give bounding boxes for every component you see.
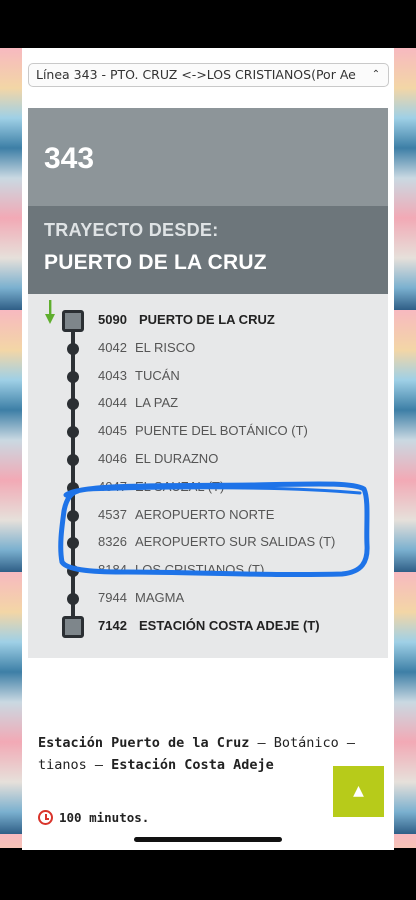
route-select-value: Línea 343 - PTO. CRUZ <->LOS CRISTIANOS(…: [36, 67, 356, 82]
terminal-stop-marker: [62, 615, 84, 638]
stop-code: 4047: [98, 478, 127, 494]
desc-mid: Botánico –: [273, 735, 355, 751]
stop-row[interactable]: 4537 AEROPUERTO NORTE: [28, 501, 388, 528]
stop-row[interactable]: 5090 PUERTO DE LA CRUZ: [28, 306, 388, 333]
stop-marker: [67, 342, 79, 355]
trayecto-label: TRAYECTO DESDE:: [44, 220, 219, 240]
stop-code: 4537: [98, 506, 127, 522]
stop-name: ESTACIÓN COSTA ADEJE (T): [139, 617, 320, 633]
duration-text: 100 minutos.: [59, 810, 150, 825]
stop-marker: [67, 481, 79, 494]
stop-code: 7944: [98, 590, 127, 605]
wallpaper-right: [394, 48, 416, 848]
stop-marker: [67, 565, 79, 578]
desc-cont: tianos –: [38, 757, 112, 773]
wallpaper-left: [0, 48, 22, 848]
stop-marker: [67, 537, 79, 550]
select-caret-icon: ⌃: [371, 69, 381, 80]
stop-code: 4045: [98, 423, 127, 439]
stop-row[interactable]: 7944 MAGMA: [28, 584, 388, 611]
stop-marker: [67, 454, 79, 466]
desc-sep: –: [249, 735, 274, 751]
stop-row[interactable]: 7142 ESTACIÓN COSTA ADEJE (T): [28, 612, 388, 639]
stop-code: 4046: [98, 451, 127, 466]
home-indicator: [134, 837, 282, 842]
stop-row[interactable]: 4044 LA PAZ: [28, 389, 388, 416]
stop-row[interactable]: 4047 EL SAUZAL (T): [28, 473, 388, 500]
line-number-header: 343: [28, 108, 388, 206]
stop-row[interactable]: 4043 TUCÁN: [28, 362, 388, 389]
stop-name: AEROPUERTO SUR SALIDAS (T): [135, 534, 336, 550]
line-number: 343: [44, 142, 95, 175]
stop-row[interactable]: 4046 EL DURAZNO: [28, 445, 388, 472]
stop-marker: [67, 593, 79, 605]
stop-row[interactable]: 4042 EL RISCO: [28, 334, 388, 361]
stop-marker: [67, 398, 79, 411]
stop-row[interactable]: 8326 AEROPUERTO SUR SALIDAS (T): [28, 528, 388, 555]
stop-name: LA PAZ: [135, 395, 179, 411]
stop-marker: [67, 426, 79, 439]
stop-name: EL DURAZNO: [135, 451, 219, 466]
alarm-clock-icon: [38, 810, 53, 825]
stop-name: EL SAUZAL (T): [135, 478, 225, 494]
page: Línea 343 - PTO. CRUZ <->LOS CRISTIANOS(…: [22, 48, 394, 850]
trayecto-header: TRAYECTO DESDE: PUERTO DE LA CRUZ: [28, 206, 388, 294]
stop-marker: [67, 370, 79, 383]
chevron-up-icon: ▲: [353, 783, 364, 799]
stop-marker: [67, 509, 79, 522]
desc-destination: Estación Costa Adeje: [111, 757, 274, 773]
stop-code: 4044: [98, 395, 127, 411]
trip-duration: 100 minutos.: [38, 810, 149, 825]
scroll-top-button[interactable]: ▲: [333, 766, 384, 817]
route-card: 343 TRAYECTO DESDE: PUERTO DE LA CRUZ 50…: [28, 108, 388, 658]
stop-name: MAGMA: [135, 590, 185, 605]
stop-name: LOS CRISTIANOS (T): [135, 562, 265, 578]
route-select[interactable]: Línea 343 - PTO. CRUZ <->LOS CRISTIANOS(…: [28, 63, 389, 87]
terminal-stop-marker: [62, 310, 84, 332]
description-line-1: Estación Puerto de la Cruz – Botánico –: [38, 732, 394, 754]
stop-code: 8184: [98, 562, 127, 578]
stop-name: AEROPUERTO NORTE: [135, 506, 275, 522]
stop-code: 5090: [98, 312, 127, 327]
stop-name: EL RISCO: [135, 339, 196, 355]
stop-row[interactable]: 8184 LOS CRISTIANOS (T): [28, 556, 388, 583]
stop-code: 8326: [98, 534, 127, 550]
trayecto-origin: PUERTO DE LA CRUZ: [44, 251, 267, 274]
desc-origin: Estación Puerto de la Cruz: [38, 735, 250, 751]
stop-name: PUERTO DE LA CRUZ: [139, 312, 275, 327]
stop-code: 7142: [98, 617, 127, 633]
stop-name: PUENTE DEL BOTÁNICO (T): [135, 423, 308, 439]
stop-code: 4043: [98, 367, 127, 383]
stop-name: TUCÁN: [135, 367, 180, 383]
stop-list: 5090 PUERTO DE LA CRUZ 4042 EL RISCO 4043 TUC…: [28, 294, 388, 658]
stop-code: 4042: [98, 339, 127, 355]
stop-row[interactable]: 4045 PUENTE DEL BOTÁNICO (T): [28, 417, 388, 444]
